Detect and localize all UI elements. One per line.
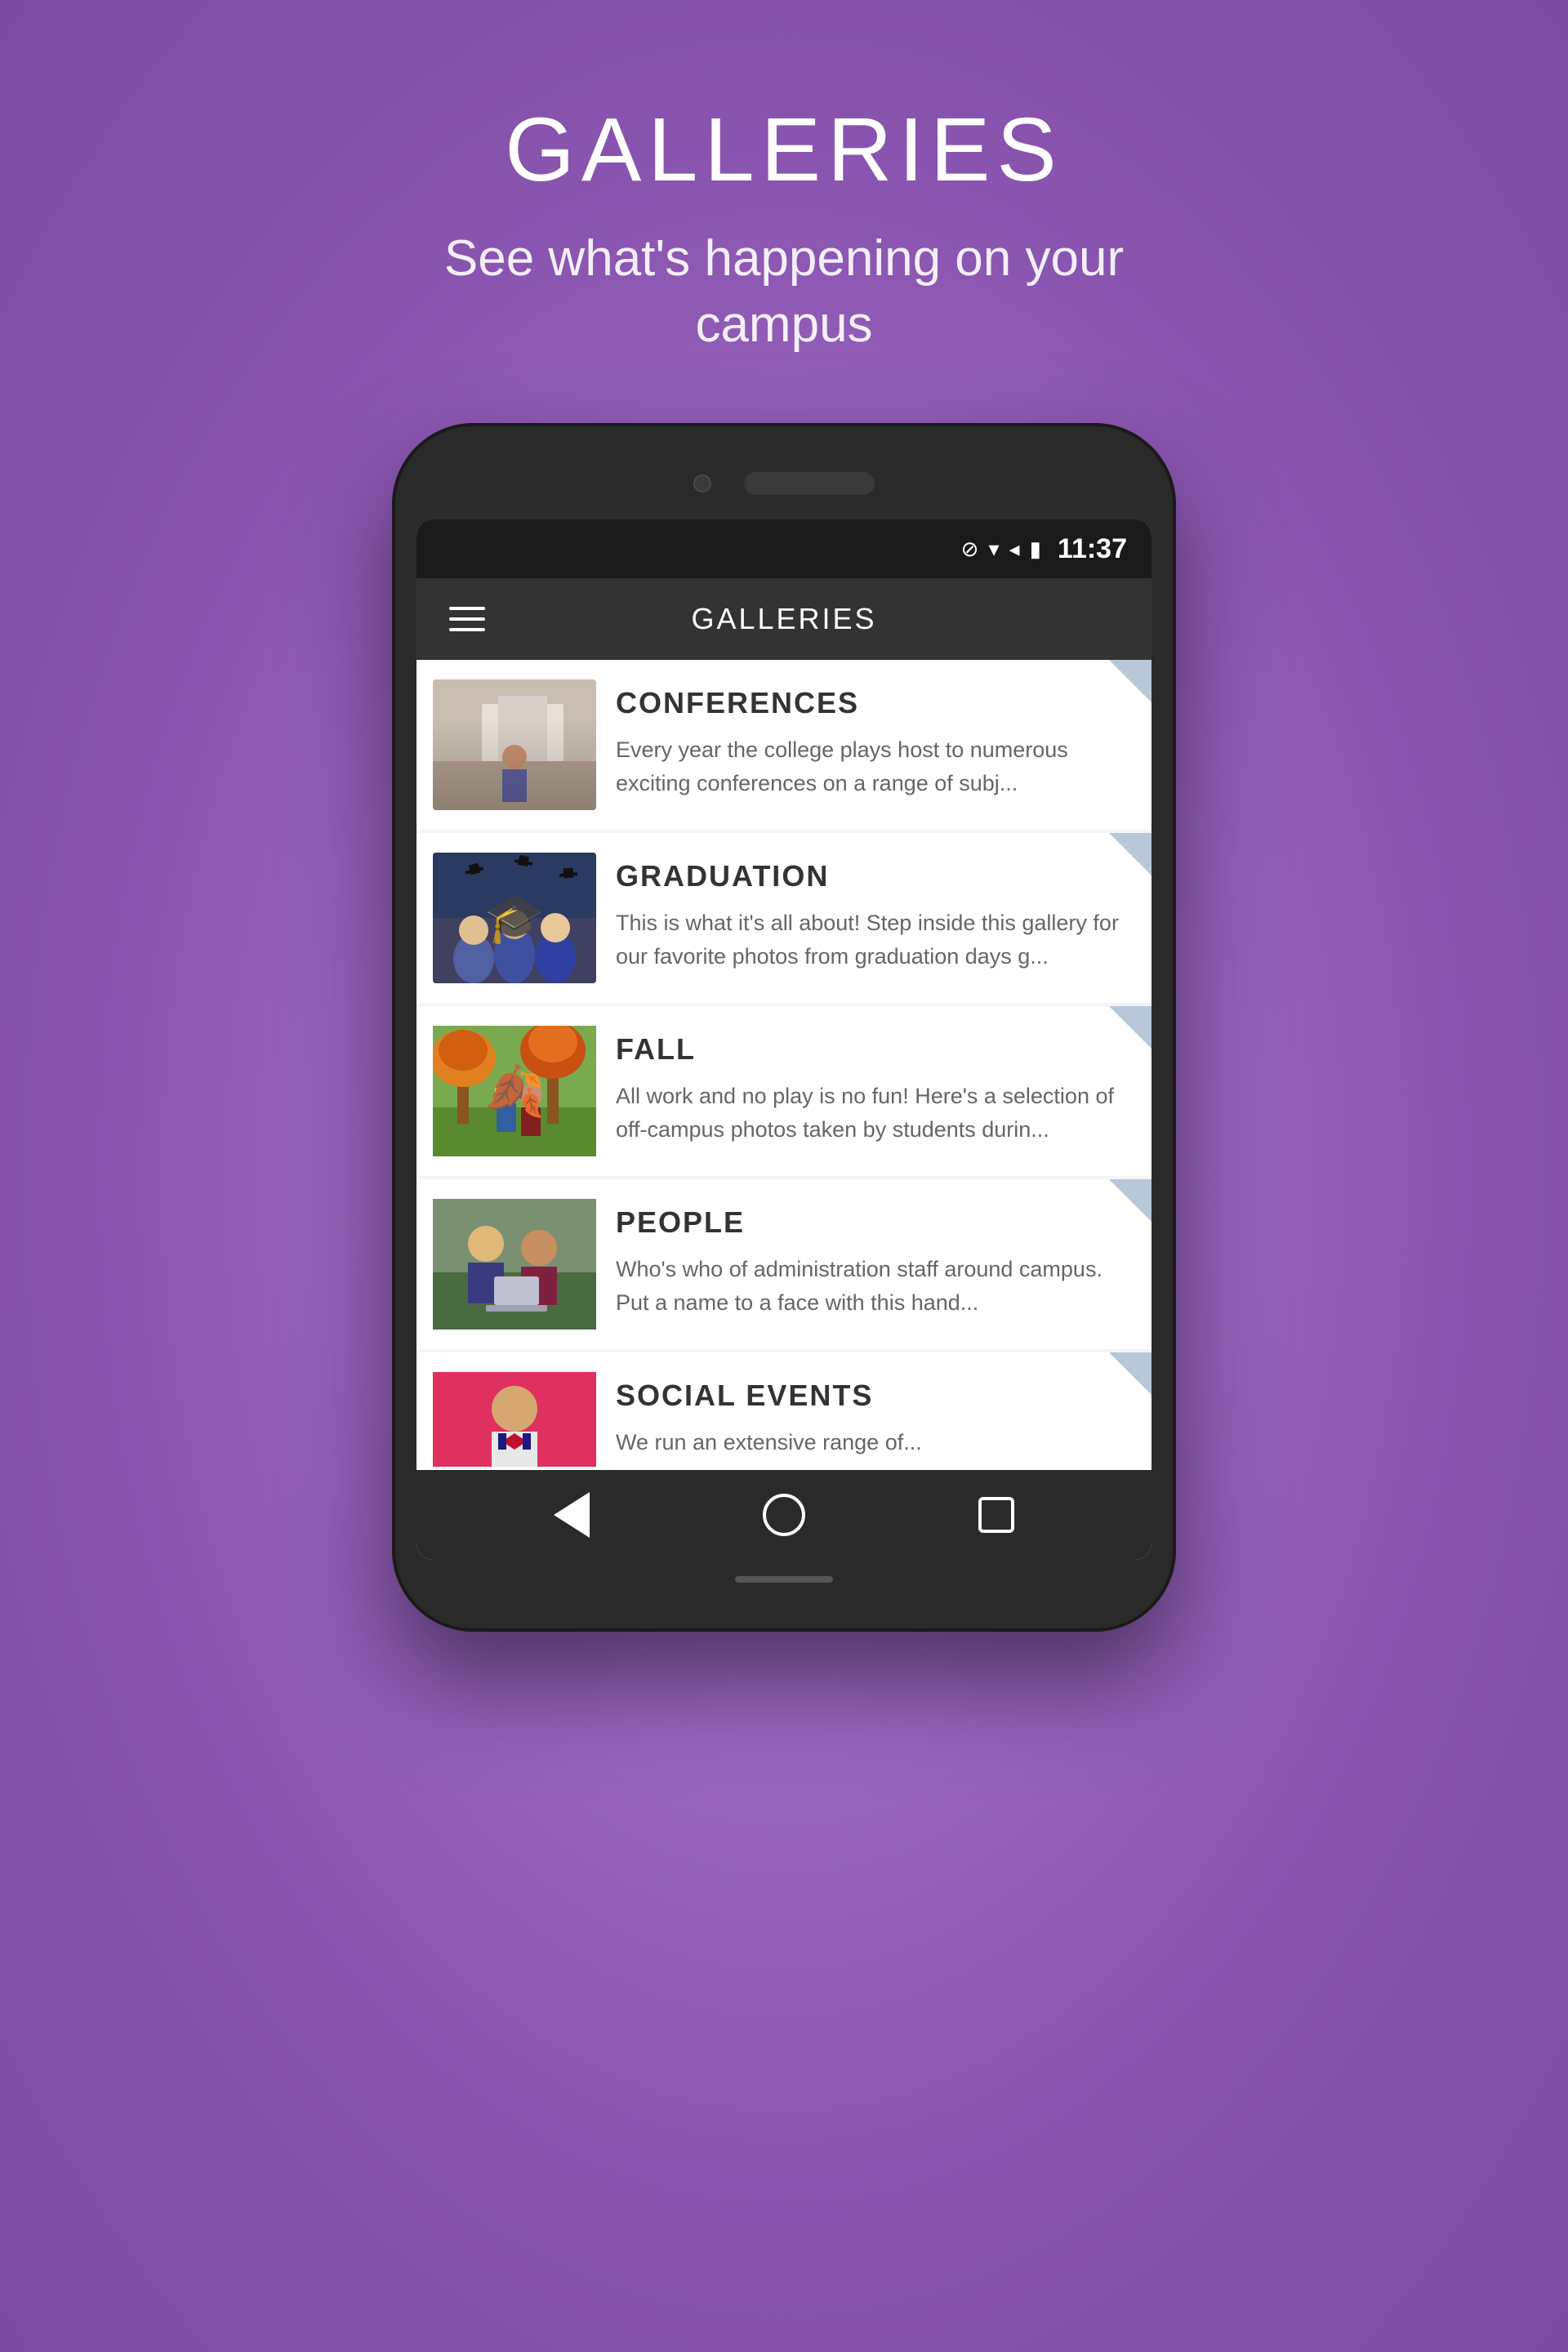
app-bar: GALLERIES <box>416 578 1152 660</box>
status-time: 11:37 <box>1058 533 1127 565</box>
conferences-description: Every year the college plays host to num… <box>616 733 1132 800</box>
people-description: Who's who of administration staff around… <box>616 1253 1132 1319</box>
home-button[interactable] <box>760 1490 808 1539</box>
conferences-title: CONFERENCES <box>616 686 1132 720</box>
people-title: PEOPLE <box>616 1205 1132 1240</box>
social-events-content: SOCIAL EVENTS We run an extensive range … <box>616 1372 1132 1459</box>
social-events-description: We run an extensive range of... <box>616 1426 1132 1459</box>
phone-frame: ⊘ ▾ ◂ ▮ 11:37 GALLERIES <box>392 423 1176 1632</box>
home-icon <box>763 1494 805 1536</box>
recent-apps-icon <box>978 1497 1014 1533</box>
corner-flag <box>1109 1179 1152 1222</box>
status-icons: ⊘ ▾ ◂ ▮ 11:37 <box>961 533 1127 565</box>
phone-bottom-nav <box>416 1470 1152 1560</box>
hamburger-line-2 <box>449 617 485 621</box>
corner-flag <box>1109 1006 1152 1049</box>
phone-camera <box>693 474 711 492</box>
list-item[interactable]: CONFERENCES Every year the college plays… <box>416 660 1152 830</box>
app-bar-title: GALLERIES <box>518 602 1050 636</box>
fall-description: All work and no play is no fun! Here's a… <box>616 1080 1132 1146</box>
status-bar: ⊘ ▾ ◂ ▮ 11:37 <box>416 519 1152 578</box>
graduation-thumbnail <box>433 853 596 983</box>
page-subtitle: See what's happening on your campus <box>416 226 1152 358</box>
people-content: PEOPLE Who's who of administration staff… <box>616 1199 1132 1319</box>
gallery-list: CONFERENCES Every year the college plays… <box>416 660 1152 1467</box>
corner-flag <box>1109 660 1152 702</box>
no-sim-icon: ⊘ <box>961 537 979 562</box>
conferences-content: CONFERENCES Every year the college plays… <box>616 679 1132 800</box>
fall-title: FALL <box>616 1032 1132 1067</box>
recent-apps-button[interactable] <box>972 1490 1021 1539</box>
page-title: GALLERIES <box>416 98 1152 202</box>
back-icon <box>554 1492 590 1538</box>
signal-icon: ◂ <box>1009 537 1020 562</box>
social-events-thumbnail <box>433 1372 596 1467</box>
phone-top-bar <box>416 456 1152 519</box>
graduation-content: GRADUATION This is what it's all about! … <box>616 853 1132 973</box>
page-header: GALLERIES See what's happening on your c… <box>416 98 1152 358</box>
hamburger-line-1 <box>449 607 485 610</box>
home-indicator <box>735 1576 833 1583</box>
battery-icon: ▮ <box>1030 537 1041 562</box>
social-events-title: SOCIAL EVENTS <box>616 1379 1132 1413</box>
phone-screen: ⊘ ▾ ◂ ▮ 11:37 GALLERIES <box>416 519 1152 1560</box>
phone-bottom-bar <box>416 1560 1152 1599</box>
list-item[interactable]: FALL All work and no play is no fun! Her… <box>416 1006 1152 1176</box>
list-item[interactable]: GRADUATION This is what it's all about! … <box>416 833 1152 1003</box>
conferences-thumbnail <box>433 679 596 810</box>
back-button[interactable] <box>547 1490 596 1539</box>
list-item[interactable]: SOCIAL EVENTS We run an extensive range … <box>416 1352 1152 1467</box>
hamburger-menu-button[interactable] <box>449 607 485 631</box>
fall-content: FALL All work and no play is no fun! Her… <box>616 1026 1132 1146</box>
wifi-icon: ▾ <box>988 537 999 562</box>
hamburger-line-3 <box>449 628 485 631</box>
graduation-title: GRADUATION <box>616 859 1132 893</box>
graduation-description: This is what it's all about! Step inside… <box>616 906 1132 973</box>
corner-flag <box>1109 833 1152 875</box>
corner-flag <box>1109 1352 1152 1395</box>
list-item[interactable]: PEOPLE Who's who of administration staff… <box>416 1179 1152 1349</box>
fall-thumbnail <box>433 1026 596 1156</box>
phone-speaker <box>744 472 875 495</box>
people-thumbnail <box>433 1199 596 1330</box>
